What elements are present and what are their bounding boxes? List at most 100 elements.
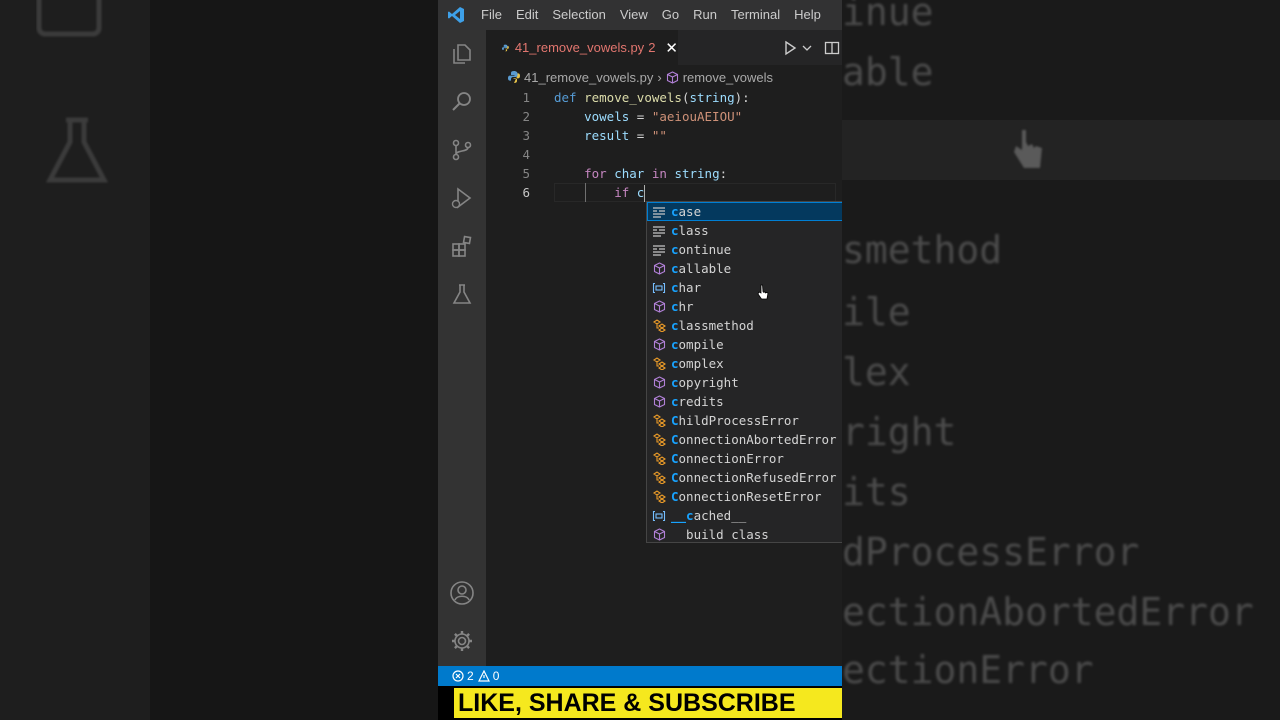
suggestion-label: chr (671, 299, 694, 314)
suggestion-item[interactable]: ConnectionError (647, 449, 842, 468)
code-line[interactable]: 1 def remove_vowels(string): (486, 88, 842, 107)
run-file-icon[interactable] (782, 40, 798, 56)
suggestion-match: C (671, 413, 679, 428)
source-control-icon[interactable] (438, 126, 486, 174)
line-number: 2 (522, 109, 530, 124)
suggestion-item[interactable]: compile (647, 335, 842, 354)
suggestion-match: c (671, 356, 679, 371)
split-editor-icon[interactable] (824, 40, 840, 56)
code-line[interactable]: 3 result = "" (486, 126, 842, 145)
suggestion-item[interactable]: chr (647, 297, 842, 316)
menu-terminal[interactable]: Terminal (724, 0, 787, 30)
suggest-widget: case class continue callable char chr classmet… (646, 201, 842, 543)
class-symbol-icon (647, 316, 671, 335)
background-word: lex (842, 350, 911, 394)
suggestion-item[interactable]: __cached__ (647, 506, 842, 525)
suggestion-item[interactable]: copyright (647, 373, 842, 392)
code-line[interactable]: 5 for char in string: (486, 164, 842, 183)
problems-status[interactable]: 2 0 (452, 669, 499, 683)
chevron-down-icon[interactable] (802, 43, 812, 53)
title-bar: File Edit Selection View Go Run Terminal… (438, 0, 842, 30)
background-word: dProcessError (842, 530, 1140, 574)
accounts-icon[interactable] (438, 569, 486, 617)
suggestion-label: class (671, 223, 709, 238)
menu-view[interactable]: View (613, 0, 655, 30)
function-symbol-icon (647, 373, 671, 392)
suggestion-label: callable (671, 261, 731, 276)
suggestion-item[interactable]: build class (647, 525, 842, 542)
breadcrumb: 41_remove_vowels.py › remove_vowels (486, 66, 842, 88)
tab-close-icon[interactable]: ✕ (665, 39, 678, 57)
suggestion-label: classmethod (671, 318, 754, 333)
suggestion-item[interactable]: continue (647, 240, 842, 259)
testing-flask-icon[interactable] (438, 270, 486, 318)
tab-problem-count: 2 (648, 40, 656, 55)
editor-tab[interactable]: 41_remove_vowels.py 2 ✕ (486, 30, 678, 65)
code-token: string (674, 166, 720, 181)
suggestion-rest: ompile (678, 337, 724, 352)
menu-go[interactable]: Go (655, 0, 686, 30)
class-symbol-icon (647, 468, 671, 487)
suggestion-match: c (671, 394, 679, 409)
variable-symbol-icon (647, 506, 671, 525)
background-band (842, 120, 1280, 180)
suggestion-item[interactable]: ConnectionRefusedError (647, 468, 842, 487)
breadcrumb-file[interactable]: 41_remove_vowels.py (524, 70, 653, 85)
suggestion-item[interactable]: credits (647, 392, 842, 411)
suggestion-rest: hr (678, 299, 694, 314)
suggestion-rest: onnectionError (678, 451, 784, 466)
suggestion-match: C (671, 432, 679, 447)
code-line[interactable]: 6 if c (486, 183, 842, 202)
run-debug-icon[interactable] (438, 174, 486, 222)
suggestion-item[interactable]: classmethod (647, 316, 842, 335)
class-symbol-icon (647, 354, 671, 373)
status-bar: 2 0 (438, 666, 842, 686)
code-token: string (689, 90, 735, 105)
suggestion-match: c (671, 337, 679, 352)
background-word: its (842, 470, 911, 514)
variable-symbol-icon (647, 278, 671, 297)
background-word: inue (842, 0, 934, 34)
extensions-icon[interactable] (438, 222, 486, 270)
background-word: right (842, 410, 957, 454)
menu-file[interactable]: File (474, 0, 509, 30)
suggestion-item[interactable]: complex (647, 354, 842, 373)
error-icon (452, 670, 464, 682)
vscode-logo-icon (438, 0, 474, 30)
suggestion-rest: lassmethod (678, 318, 754, 333)
suggestion-rest: hildProcessError (678, 413, 799, 428)
suggestion-rest: ached__ (693, 508, 747, 523)
suggestion-match: C (671, 451, 679, 466)
suggestion-item[interactable]: ChildProcessError (647, 411, 842, 430)
code-line[interactable]: 4 (486, 145, 842, 164)
breadcrumb-symbol[interactable]: remove_vowels (683, 70, 773, 85)
suggestion-label: case (671, 204, 701, 219)
tab-label: 41_remove_vowels.py (514, 40, 645, 55)
suggestion-item[interactable]: callable (647, 259, 842, 278)
suggestion-item[interactable]: class (647, 221, 842, 240)
settings-gear-icon[interactable] (438, 617, 486, 665)
search-icon[interactable] (438, 78, 486, 126)
suggestion-rest: redits (678, 394, 724, 409)
suggestion-item[interactable]: char (647, 278, 842, 297)
function-symbol-icon (647, 335, 671, 354)
suggestion-item[interactable]: case (647, 202, 842, 221)
suggestion-item[interactable]: ConnectionResetError (647, 487, 842, 506)
suggestion-label: ConnectionAbortedError (671, 432, 837, 447)
code-line[interactable]: 2 vowels = "aeiouAEIOU" (486, 107, 842, 126)
menu-run[interactable]: Run (686, 0, 724, 30)
code-token: c (636, 185, 645, 200)
menu-selection[interactable]: Selection (545, 0, 612, 30)
class-symbol-icon (647, 411, 671, 430)
menu-edit[interactable]: Edit (509, 0, 545, 30)
suggestion-label: __cached__ (671, 508, 746, 523)
background-word: ectionAbortedError (842, 590, 1254, 634)
blurred-explorer-icon (36, 0, 102, 37)
suggestion-rest: ase (678, 204, 702, 219)
code-token: char (614, 166, 645, 181)
menu-help[interactable]: Help (787, 0, 828, 30)
suggestion-item[interactable]: ConnectionAbortedError (647, 430, 842, 449)
explorer-icon[interactable] (438, 30, 486, 78)
banner-text: LIKE, SHARE & SUBSCRIBE (454, 688, 842, 718)
